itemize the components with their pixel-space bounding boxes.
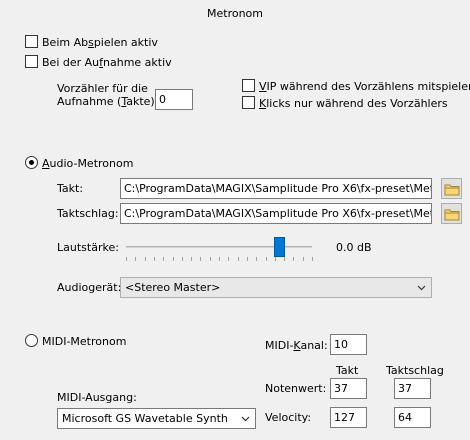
volume-slider-tick	[284, 257, 285, 261]
play-active-label: Beim Abspielen aktiv	[42, 36, 158, 49]
audio-device-value: <Stereo Master>	[125, 281, 221, 294]
taktschlag-label: Taktschlag:	[57, 207, 119, 220]
volume-slider-tick	[191, 257, 192, 261]
folder-icon	[444, 209, 460, 221]
midi-metronome-label: MIDI-Metronom	[42, 335, 127, 348]
midi-channel-input[interactable]: 10	[330, 334, 367, 355]
velocity-takt-input[interactable]: 127	[330, 407, 367, 428]
clicks-countin-checkbox[interactable]	[242, 96, 255, 109]
takt-browse-button[interactable]	[441, 178, 462, 199]
record-active-checkbox[interactable]	[25, 55, 38, 68]
velocity-label: Velocity:	[265, 411, 312, 424]
midi-output-label: MIDI-Ausgang:	[57, 391, 137, 404]
volume-slider-tick	[219, 257, 220, 261]
volume-label: Lautstärke:	[57, 241, 119, 254]
volume-slider-tick	[238, 257, 239, 261]
midi-metronome-radio[interactable]	[25, 334, 38, 347]
audio-device-select[interactable]: <Stereo Master>	[120, 277, 432, 298]
chevron-down-icon	[417, 285, 426, 291]
dialog-title: Metronom	[207, 7, 263, 20]
taktschlag-browse-button[interactable]	[441, 203, 462, 224]
audio-device-label: Audiogerät:	[57, 281, 122, 294]
volume-slider-tick	[200, 257, 201, 261]
folder-icon	[444, 184, 460, 196]
chevron-down-icon	[241, 416, 250, 422]
note-taktschlag-input[interactable]: 37	[394, 378, 431, 399]
volume-slider-tick	[247, 257, 248, 261]
audio-metronome-radio[interactable]	[25, 156, 38, 169]
volume-value: 0.0 dB	[336, 241, 372, 254]
volume-slider-tick	[145, 257, 146, 261]
volume-slider-tick	[210, 257, 211, 261]
volume-slider-tick	[312, 257, 313, 261]
midi-channel-label: MIDI-Kanal:	[265, 339, 328, 352]
countin-label-line1: Vorzähler für die	[57, 82, 148, 95]
volume-slider-tick	[303, 257, 304, 261]
midi-output-value: Microsoft GS Wavetable Synth	[62, 412, 228, 425]
col-takt-header: Takt	[336, 364, 359, 377]
volume-slider-tick	[293, 257, 294, 261]
volume-slider-tick	[228, 257, 229, 261]
volume-slider[interactable]	[120, 233, 318, 263]
velocity-taktschlag-input[interactable]: 64	[394, 407, 431, 428]
play-active-checkbox[interactable]	[25, 35, 38, 48]
audio-metronome-label: Audio-Metronom	[42, 157, 134, 170]
midi-output-select[interactable]: Microsoft GS Wavetable Synth	[57, 408, 256, 429]
col-taktschlag-header: Taktschlag	[386, 364, 444, 377]
clicks-countin-label: Klicks nur während des Vorzählers	[259, 97, 448, 110]
volume-slider-tick	[256, 257, 257, 261]
volume-slider-tick	[163, 257, 164, 261]
volume-slider-tick	[182, 257, 183, 261]
countin-label-line2: Aufnahme (Takte):	[57, 95, 159, 108]
vip-countin-checkbox[interactable]	[242, 79, 255, 92]
vip-countin-label: VIP während des Vorzählens mitspielen	[259, 80, 470, 93]
volume-slider-tick	[275, 257, 276, 261]
takt-path-input[interactable]: C:\ProgramData\MAGIX\Samplitude Pro X6\f…	[120, 178, 432, 199]
volume-slider-tick	[154, 257, 155, 261]
volume-slider-tick	[173, 257, 174, 261]
volume-slider-tick	[135, 257, 136, 261]
volume-slider-tick	[266, 257, 267, 261]
record-active-label: Bei der Aufnahme aktiv	[42, 56, 172, 69]
taktschlag-path-input[interactable]: C:\ProgramData\MAGIX\Samplitude Pro X6\f…	[120, 203, 432, 224]
note-takt-input[interactable]: 37	[330, 378, 367, 399]
volume-slider-tick	[126, 257, 127, 261]
takt-label: Takt:	[57, 182, 84, 195]
note-value-label: Notenwert:	[265, 382, 327, 395]
countin-input[interactable]: 0	[155, 89, 193, 110]
volume-slider-thumb[interactable]	[273, 237, 285, 257]
